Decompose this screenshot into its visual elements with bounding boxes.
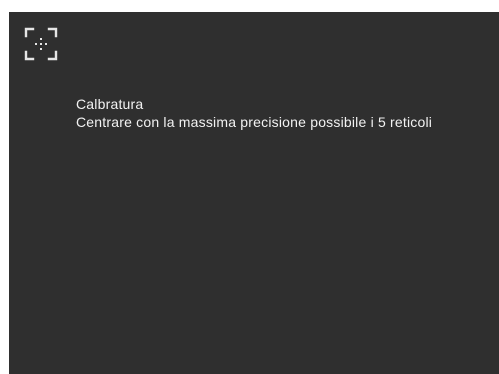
calibration-instructions: Centrare con la massima precisione possi… <box>76 114 433 130</box>
calibration-text: Calbratura Centrare con la massima preci… <box>76 95 476 131</box>
calibration-screen: Calbratura Centrare con la massima preci… <box>9 12 499 374</box>
calibration-title: Calbratura <box>76 96 144 112</box>
calibration-crosshair-icon <box>23 26 59 62</box>
